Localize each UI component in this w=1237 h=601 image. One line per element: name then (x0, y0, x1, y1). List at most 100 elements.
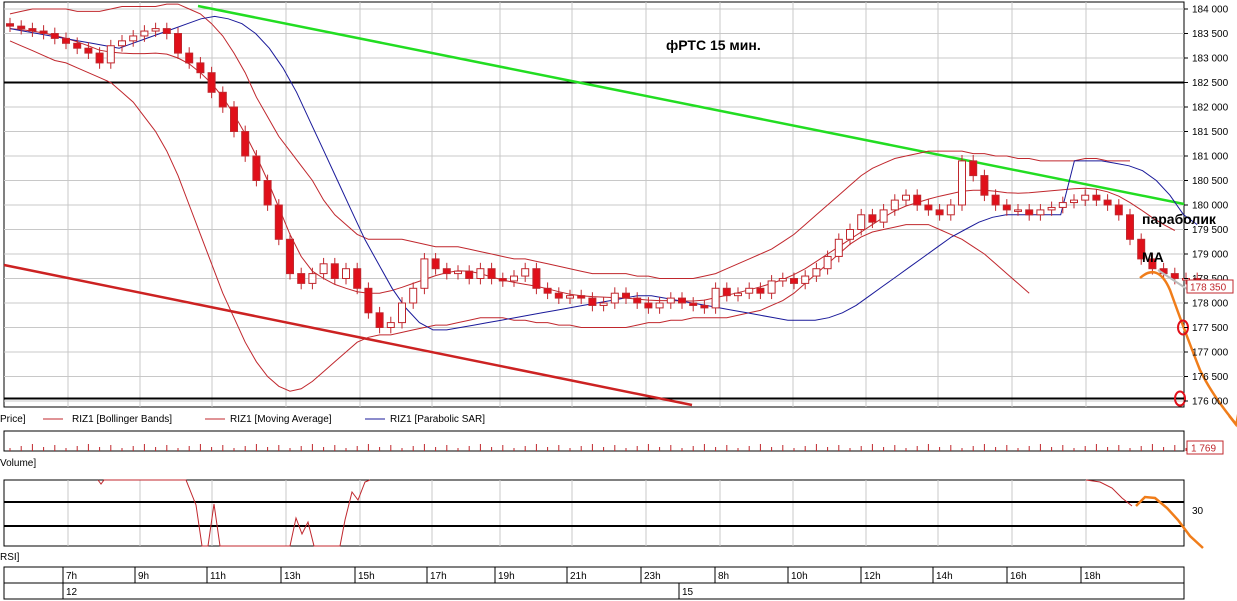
candle (958, 155, 966, 211)
candle-body (666, 297, 675, 304)
candle-body (655, 302, 664, 309)
candle-body (689, 302, 698, 306)
candle-body (857, 214, 866, 231)
candle-body (353, 268, 362, 289)
volume-label: Volume] (0, 458, 36, 469)
y-tick-label: 178 000 (1192, 299, 1229, 310)
y-tick-label: 182 000 (1192, 103, 1229, 114)
candle (241, 125, 250, 162)
x-tick-label: 9h (138, 571, 149, 582)
candle-body (868, 214, 877, 223)
candle-body (599, 302, 608, 306)
candle (252, 150, 261, 187)
y-tick-label: 177 500 (1192, 323, 1229, 334)
x-tick-label: 18h (1084, 571, 1101, 582)
y-tick-label: 180 000 (1192, 201, 1229, 212)
legend-parabolic: RIZ1 [Parabolic SAR] (390, 414, 485, 425)
candle-body (554, 292, 563, 299)
candle (364, 282, 373, 319)
candle-body (319, 263, 328, 275)
candle-body (991, 194, 1000, 206)
candle-body (218, 91, 227, 108)
candle-body (1002, 204, 1011, 211)
candle-body (73, 42, 82, 49)
y-tick-label: 176 000 (1192, 397, 1229, 408)
candle-body (375, 312, 384, 328)
candle-body (890, 199, 899, 211)
candle-body (476, 268, 485, 280)
candle-body (1070, 199, 1078, 204)
candle (274, 199, 283, 246)
candle-body (610, 292, 619, 304)
candle-body (1081, 194, 1090, 201)
candle-body (28, 28, 37, 32)
x-tick-label: 15h (358, 571, 375, 582)
rsi-label: RSI] (0, 552, 20, 563)
x-tick-label: 13h (284, 571, 301, 582)
candle-body (722, 287, 731, 297)
candle-body (801, 275, 810, 284)
candle-body (521, 268, 530, 277)
candle-body (1047, 206, 1056, 211)
x-tick-label: 23h (644, 571, 661, 582)
candle-body (286, 238, 294, 275)
chart-title: фРТС 15 мин. (666, 37, 761, 53)
candle-body (510, 275, 518, 282)
y-tick-label: 183 000 (1192, 54, 1229, 65)
rsi-panel (3, 479, 1185, 547)
date-tick-label: 12 (66, 587, 78, 598)
candle-body (913, 194, 922, 206)
candle-body (39, 30, 48, 34)
candle-body (711, 287, 720, 309)
candle-body (106, 45, 115, 64)
candle-body (745, 287, 754, 294)
candle-body (442, 268, 451, 275)
x-tick-label: 19h (498, 571, 515, 582)
candle-body (50, 33, 59, 39)
candle-body (62, 37, 70, 44)
x-tick-label: 8h (718, 571, 729, 582)
candle-body (823, 255, 832, 270)
candle-body (140, 30, 149, 37)
candle-body (398, 302, 406, 324)
y-tick-label: 179 000 (1192, 250, 1229, 261)
candle-body (274, 204, 283, 240)
candle-body (734, 292, 742, 297)
candle-body (588, 297, 597, 306)
candle-body (241, 131, 250, 157)
candle-body (84, 47, 93, 54)
candle-body (1103, 199, 1112, 206)
candle-body (95, 52, 104, 64)
candle-body (644, 302, 653, 309)
candle-body (834, 238, 843, 257)
y-tick-label: 177 000 (1192, 348, 1229, 359)
x-tick-label: 16h (1010, 571, 1027, 582)
candle-body (935, 209, 944, 216)
candle-body (846, 229, 854, 240)
candle-body (174, 33, 182, 54)
candle-body (454, 270, 462, 275)
x-tick-label: 7h (66, 571, 77, 582)
candle-body (678, 297, 686, 304)
legend-moving-average: RIZ1 [Moving Average] (230, 414, 332, 425)
y-tick-label: 183 500 (1192, 29, 1229, 40)
candle-body (465, 270, 474, 279)
candle-body (879, 209, 888, 223)
candle-body (6, 23, 14, 27)
candle-body (420, 258, 429, 289)
candle-body (1058, 202, 1067, 208)
last-price-marker: 178 350 (1186, 279, 1234, 294)
candle-body (812, 268, 821, 277)
y-tick-label: 180 500 (1192, 176, 1229, 187)
x-tick-label: 12h (864, 571, 881, 582)
candle-body (151, 28, 160, 32)
candle-body (487, 268, 496, 280)
candle-body (767, 280, 776, 294)
candle-body (700, 304, 709, 309)
candle-body (633, 297, 642, 304)
candle-body (409, 287, 418, 304)
candle (286, 233, 294, 280)
candle-body (162, 28, 171, 35)
candle-body (342, 268, 350, 280)
candle (420, 253, 429, 295)
